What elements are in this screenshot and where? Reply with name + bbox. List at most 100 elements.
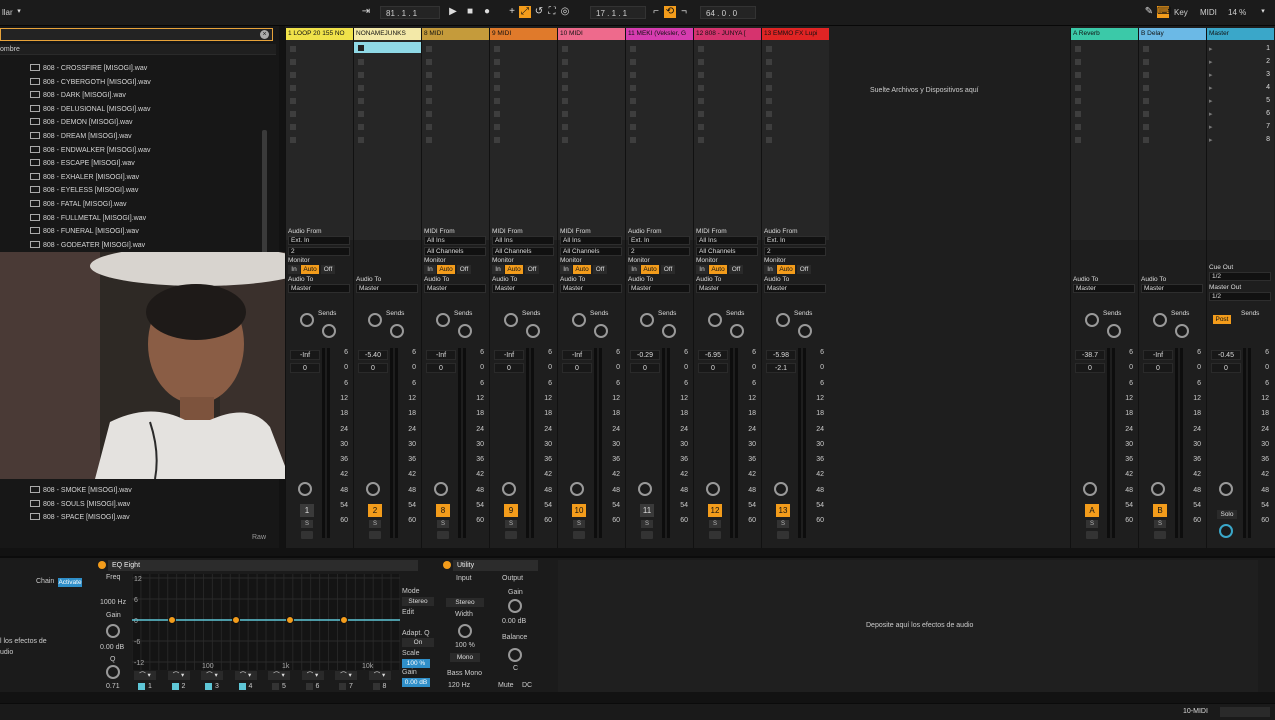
output-type-select[interactable]: Master (628, 284, 690, 293)
send-b-knob[interactable] (662, 324, 676, 338)
clip-slot-stop-icon[interactable] (1143, 72, 1149, 78)
clip-slot-stop-icon[interactable] (426, 46, 432, 52)
send-b-knob[interactable] (390, 324, 404, 338)
monitor-in-button[interactable]: In (492, 265, 504, 274)
eq-band-toggle[interactable] (171, 683, 179, 690)
send-b-knob[interactable] (458, 324, 472, 338)
send-a-knob[interactable] (572, 313, 586, 327)
eq-graph[interactable]: 12 6 0 -6 -12 100 1k 10k (132, 574, 400, 670)
track-pan-knob[interactable] (1151, 482, 1165, 496)
solo-button[interactable]: S (641, 520, 653, 528)
send-b-knob[interactable] (594, 324, 608, 338)
eq-band-filter-select[interactable]: ⌒ ▾ (201, 671, 223, 680)
input-type-select[interactable]: All Ins (696, 236, 758, 245)
capture-icon[interactable]: ⛶ (546, 6, 558, 18)
track-activator-button[interactable]: 13 (776, 504, 790, 517)
arm-button[interactable] (505, 531, 517, 539)
pencil-icon[interactable]: ✎ (1143, 6, 1155, 18)
track-activator-button[interactable]: 9 (504, 504, 518, 517)
clip-slot-stop-icon[interactable] (494, 72, 500, 78)
input-channel-select[interactable]: All Channels (696, 247, 758, 256)
clip-slot-stop-icon[interactable] (630, 72, 636, 78)
pan-value[interactable]: 0 (426, 363, 456, 373)
track-title[interactable]: 8 MIDI (422, 28, 489, 40)
arm-button[interactable] (573, 531, 585, 539)
clip-slot-stop-icon[interactable] (1143, 124, 1149, 130)
clip-slot-stop-icon[interactable] (698, 137, 704, 143)
browser-file-item[interactable]: 808 - GODEATER [MISOGI].wav (30, 240, 145, 249)
loop-length[interactable]: 64 . 0 . 0 (700, 6, 756, 19)
monitor-auto-button[interactable]: Auto (573, 265, 591, 274)
eq-band-filter-select[interactable]: ⌒ ▾ (134, 671, 156, 680)
solo-button[interactable]: S (301, 520, 313, 528)
clip-slot-stop-icon[interactable] (562, 46, 568, 52)
pan-value[interactable]: 0 (494, 363, 524, 373)
volume-value[interactable]: -38.7 (1075, 350, 1105, 360)
clip-slot-stop-icon[interactable] (1075, 124, 1081, 130)
volume-value[interactable]: -Inf (290, 350, 320, 360)
pan-value[interactable]: 0 (290, 363, 320, 373)
track-activator-button[interactable]: 10 (572, 504, 586, 517)
eq-band-filter-select[interactable]: ⌒ ▾ (167, 671, 190, 680)
input-type-select[interactable]: All Ins (424, 236, 486, 245)
arrangement-position[interactable]: 81 . 1 . 1 (380, 6, 440, 19)
eq-freq-value[interactable]: 1000 Hz (100, 599, 126, 606)
send-a-knob[interactable] (776, 313, 790, 327)
clip-slot-stop-icon[interactable] (426, 59, 432, 65)
clip-slot-stop-icon[interactable] (630, 59, 636, 65)
track-pan-knob[interactable] (1083, 482, 1097, 496)
clip-slot-stop-icon[interactable] (698, 111, 704, 117)
master-volume-value[interactable]: -0.45 (1211, 350, 1241, 360)
monitor-off-button[interactable]: Off (457, 265, 471, 274)
utility-balance-value[interactable]: C (513, 665, 518, 672)
post-button[interactable]: Post (1213, 315, 1231, 324)
volume-value[interactable]: -6.95 (698, 350, 728, 360)
clip-slot-stop-icon[interactable] (630, 98, 636, 104)
eq-gain-value[interactable]: 0.00 dB (100, 644, 124, 651)
input-type-select[interactable]: All Ins (492, 236, 554, 245)
volume-value[interactable]: -0.29 (630, 350, 660, 360)
utility-balance-knob[interactable] (508, 648, 522, 662)
clip-slot-stop-icon[interactable] (562, 137, 568, 143)
clip-slot-stop-icon[interactable] (358, 59, 364, 65)
utility-channel-mode[interactable]: Stereo (446, 598, 484, 607)
send-a-knob[interactable] (708, 313, 722, 327)
send-a-knob[interactable] (436, 313, 450, 327)
clip-slot-stop-icon[interactable] (766, 137, 772, 143)
clip-slot-stop-icon[interactable] (1143, 111, 1149, 117)
solo-button[interactable]: S (573, 520, 585, 528)
browser-file-item[interactable]: 808 - FUNERAL [MISOGI].wav (30, 227, 139, 235)
scene-launch-icon[interactable]: ▸ (1209, 97, 1213, 105)
eq-band-toggle[interactable] (305, 683, 313, 690)
browser-file-item[interactable]: 808 - CYBERGOTH [MISOGI].wav (30, 77, 151, 86)
output-type-select[interactable]: Master (356, 284, 418, 293)
pan-value[interactable]: -2.1 (766, 363, 796, 373)
monitor-auto-button[interactable]: Auto (437, 265, 455, 274)
send-a-knob[interactable] (640, 313, 654, 327)
pan-value[interactable]: 0 (1143, 363, 1173, 373)
scene-launch-icon[interactable]: ▸ (1209, 136, 1213, 144)
send-b-knob[interactable] (322, 324, 336, 338)
send-b-knob[interactable] (798, 324, 812, 338)
utility-dc-toggle[interactable]: DC (522, 682, 532, 689)
status-track-box[interactable] (1220, 707, 1270, 717)
clip-slot-stop-icon[interactable] (494, 59, 500, 65)
clip-slot-stop-icon[interactable] (1075, 111, 1081, 117)
monitor-auto-button[interactable]: Auto (505, 265, 523, 274)
solo-button[interactable]: S (369, 520, 381, 528)
track-title[interactable]: 11 MEKI (Veksler, G (626, 28, 693, 40)
pan-value[interactable]: 0 (562, 363, 592, 373)
clip-slot-stop-icon[interactable] (358, 98, 364, 104)
clip-slot-stop-icon[interactable] (766, 46, 772, 52)
output-type-select[interactable]: Master (1073, 284, 1135, 293)
master-title[interactable]: Master (1207, 28, 1274, 40)
eq-band-handle[interactable] (340, 616, 348, 624)
monitor-in-button[interactable]: In (424, 265, 436, 274)
scene-launch-icon[interactable]: ▸ (1209, 110, 1213, 118)
clip-slot-stop-icon[interactable] (698, 59, 704, 65)
clip-slot-stop-icon[interactable] (1075, 98, 1081, 104)
clip-slot[interactable] (354, 42, 421, 53)
eq-band-toggle[interactable] (339, 683, 346, 690)
track-pan-knob[interactable] (774, 482, 788, 496)
master-pan-knob[interactable] (1219, 482, 1233, 496)
